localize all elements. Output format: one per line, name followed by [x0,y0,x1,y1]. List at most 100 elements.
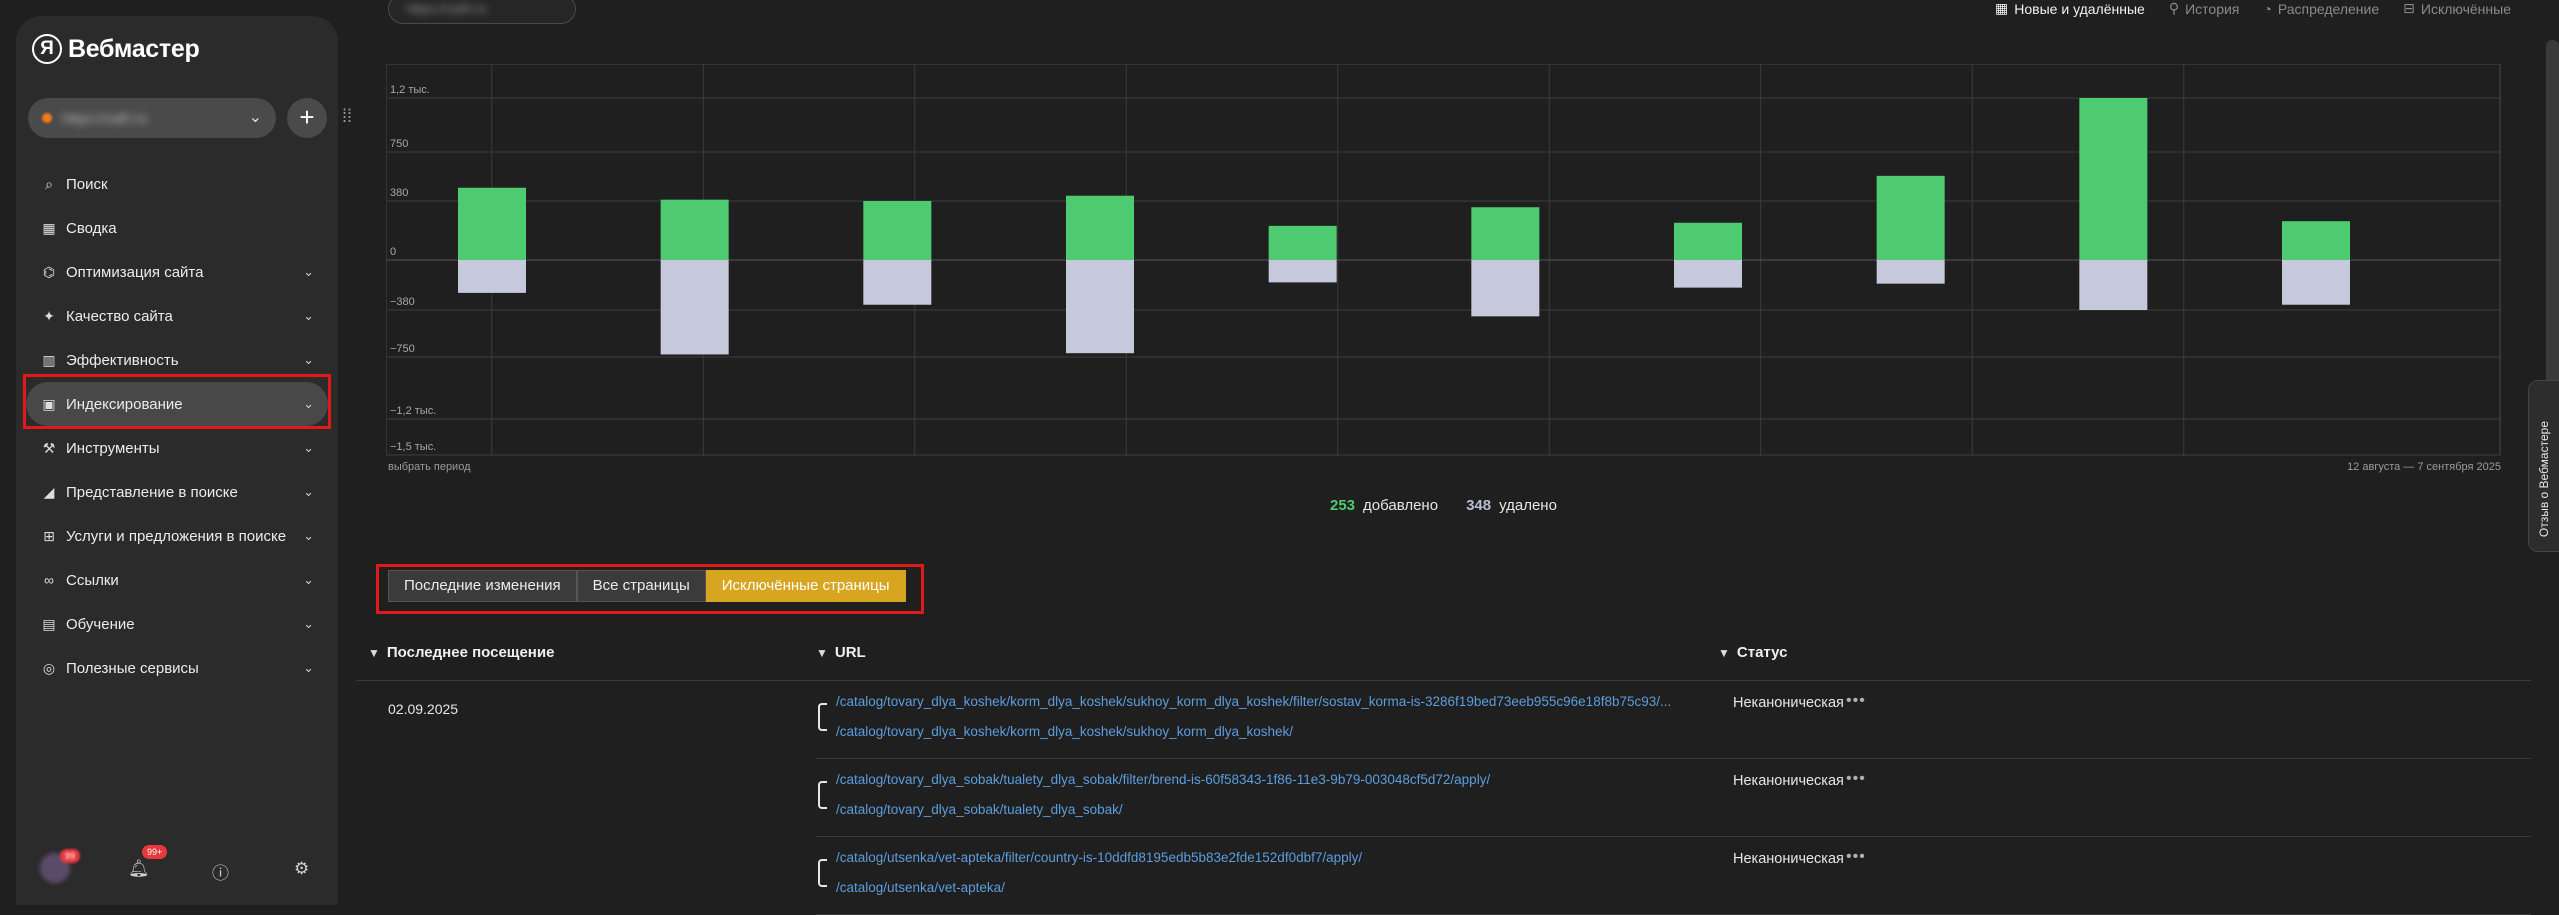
logo[interactable]: Я Вебмастер [32,34,200,64]
deleted-count: 348 [1466,497,1492,514]
chevron-down-icon: ⌄ [303,440,314,455]
canonical-url-link[interactable]: /catalog/tovary_dlya_sobak/tualety_dlya_… [836,802,1123,817]
chevron-down-icon: ⌄ [303,616,314,631]
history-icon: ⚲ [2168,0,2180,16]
canonical-bracket-icon [818,781,827,809]
yandex-logo-icon: Я [32,34,62,64]
chevron-down-icon: ⌄ [303,484,314,499]
bar-deleted [863,260,932,305]
add-site-button[interactable]: + [287,98,327,138]
sidebar-item-9[interactable]: ∞ Ссылки ⌄ [26,558,328,602]
bar-deleted [1674,260,1742,288]
bar-deleted [1471,260,1540,317]
site-selector[interactable]: https://сайт.ru ⌄ [28,98,276,138]
exclude-icon: ⊟ [2403,0,2415,16]
y-tick-label: −1,5 тыс. [390,441,436,453]
status-text: Неканоническая [1733,773,1844,789]
bar-deleted [458,260,526,293]
table-row[interactable]: /catalog/tovary_dlya_koshek/korm_dlya_ko… [816,680,2531,759]
sidebar-item-8[interactable]: ⊞ Услуги и предложения в поиске ⌄ [26,514,328,558]
canonical-bracket-icon [818,859,827,887]
col-url[interactable]: ▼ URL [816,644,866,661]
settings-gear-icon[interactable]: ⚙ [294,859,309,879]
status-text: Неканоническая [1733,851,1844,867]
y-tick-label: 1,2 тыс. [390,84,430,96]
sidebar-item-0[interactable]: ⌕ Поиск [26,162,328,206]
table-row[interactable]: /catalog/tovary_dlya_sobak/tualety_dlya_… [816,758,2531,837]
canonical-url-link[interactable]: /catalog/utsenka/vet-apteka/ [836,880,1005,895]
megaphone-icon: ◢ [43,483,55,500]
sitemap-icon: ⌬ [42,263,56,280]
sidebar-item-label: Оптимизация сайта [66,263,204,281]
sidebar-item-6[interactable]: ⚒ Инструменты ⌄ [26,426,328,470]
more-icon[interactable]: ••• [1846,848,1866,866]
sidebar-item-label: Сводка [66,219,117,237]
cart-icon: ⊞ [43,527,55,544]
bar-added [458,187,526,260]
sidebar-item-2[interactable]: ⌬ Оптимизация сайта ⌄ [26,250,328,294]
changes-chart[interactable]: 1,2 тыс. 750 380 0 −380 −750 −1,2 тыс. −1,5 тыс… [386,64,2501,456]
select-period-link[interactable]: выбрать период [388,461,471,473]
table-icon: ▦ [1995,0,2009,16]
sidebar-item-11[interactable]: ◎ Полезные сервисы ⌄ [26,646,328,690]
tab-view-3[interactable]: ⊟ Исключённые [2403,0,2511,17]
more-icon[interactable]: ••• [1846,770,1866,788]
feedback-tab[interactable]: Отзыв о Вебмастере [2528,380,2559,552]
apps-icon: ◎ [42,659,56,676]
date-range-label: 12 августа — 7 сентября 2025 [2347,461,2501,473]
sidebar-item-label: Эффективность [66,351,179,369]
y-tick-label: −1,2 тыс. [390,405,436,417]
y-tick-label: 380 [390,187,408,199]
site-pill[interactable]: https://сайт.ru [388,0,576,24]
y-tick-label: −380 [390,296,415,308]
sidebar-item-10[interactable]: ▤ Обучение ⌄ [26,602,328,646]
tab-label: Исключённые [2420,0,2511,17]
tab-label: Распределение [2277,0,2380,17]
tab-view-0[interactable]: ▦ Новые и удалённые [1995,0,2145,17]
app-title: Вебмастер [68,34,200,63]
col-status[interactable]: ▼ Статус [1718,644,1787,661]
bar-added [2282,221,2350,260]
sidebar-item-3[interactable]: ✦ Качество сайта ⌄ [26,294,328,338]
sidebar-item-label: Услуги и предложения в поиске [66,527,287,545]
sidebar-item-label: Обучение [66,615,135,633]
filter-icon[interactable]: ▼ [1718,646,1730,660]
filter-icon[interactable]: ▼ [368,646,380,660]
col-last-visit[interactable]: ▼ Последнее посещение [368,644,554,661]
tab-view-1[interactable]: ⚲ История [2169,0,2240,17]
canonical-bracket-icon [818,703,827,731]
canonical-url-link[interactable]: /catalog/tovary_dlya_koshek/korm_dlya_ko… [836,724,1293,739]
filter-icon[interactable]: ▼ [816,646,828,660]
bar-deleted [1876,260,1945,284]
highlight-indexing [23,374,331,429]
drag-handle-icon[interactable]: ⁞⁞ [342,106,352,127]
sidebar-item-label: Представление в поиске [66,483,238,501]
sidebar-item-7[interactable]: ◢ Представление в поиске ⌄ [26,470,328,514]
help-icon[interactable]: ⓘ [212,859,229,884]
page-url-link[interactable]: /catalog/tovary_dlya_koshek/korm_dlya_ko… [836,694,1671,709]
deleted-label: удалено [1499,497,1557,514]
more-icon[interactable]: ••• [1846,692,1866,710]
bar-added [2079,98,2148,260]
sidebar-item-1[interactable]: ▦ Сводка [26,206,328,250]
bar-deleted [2079,260,2148,310]
chevron-down-icon: ⌄ [303,660,314,675]
table-row[interactable]: /catalog/utsenka/vet-apteka/filter/count… [816,836,2531,915]
y-tick-label: 0 [390,246,396,258]
page-url-link[interactable]: /catalog/utsenka/vet-apteka/filter/count… [836,850,1362,865]
chevron-down-icon: ⌄ [303,352,314,367]
bar-deleted [1268,260,1337,283]
tab-view-2[interactable]: ◔ Распределение [2263,0,2379,17]
sidebar-item-label: Качество сайта [66,307,173,325]
grid-icon: ▦ [42,219,56,236]
sidebar: Я Вебмастер https://сайт.ru ⌄ + ⁞⁞ ⌕ Поис… [16,16,352,905]
added-count: 253 [1330,497,1356,514]
bar-added [660,199,729,260]
chevron-down-icon: ⌄ [303,528,314,543]
bar-chart-icon: ▥ [42,351,56,368]
page-url-link[interactable]: /catalog/tovary_dlya_sobak/tualety_dlya_… [836,772,1490,787]
bell-icon[interactable]: 🔔︎ [128,859,150,879]
chevron-down-icon: ⌄ [303,572,314,587]
sidebar-item-label: Полезные сервисы [66,659,199,677]
sidebar-bottom-bar: 99 🔔︎ 99+ ⓘ ⚙ [16,845,338,887]
